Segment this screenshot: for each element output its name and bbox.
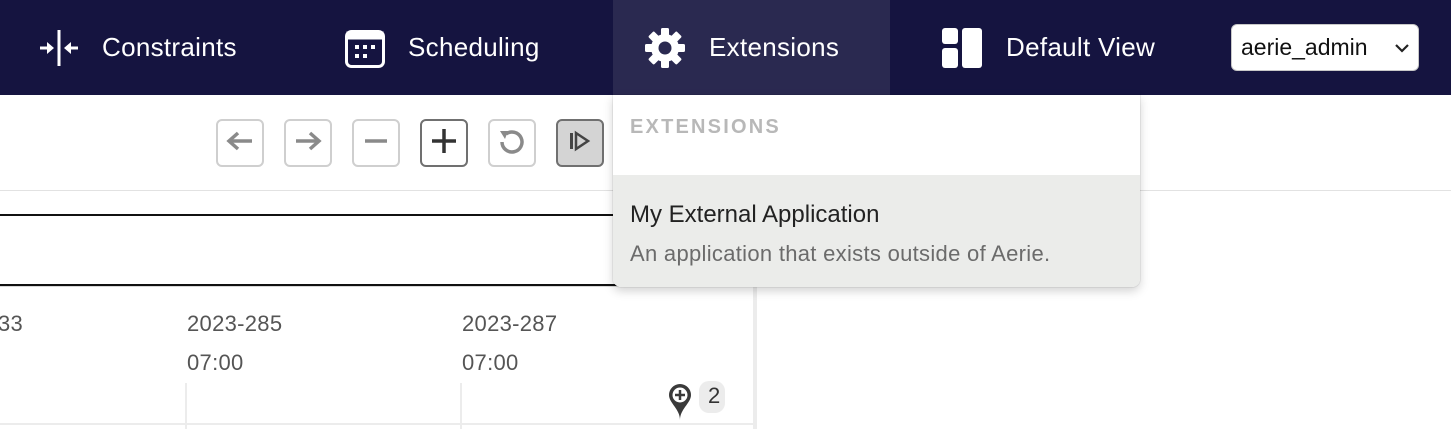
calendar-icon (344, 27, 386, 69)
chevron-down-icon (1394, 37, 1410, 64)
tick-date-label: 2023-287 (462, 311, 558, 336)
nav-default-view[interactable]: Default View (940, 0, 1155, 95)
arrow-left-icon (225, 129, 255, 158)
extensions-dropdown-menu: EXTENSIONS My External Application An ap… (613, 95, 1140, 287)
jump-to-now-button[interactable] (556, 119, 604, 167)
zoom-in-button[interactable] (420, 119, 468, 167)
reset-zoom-button[interactable] (488, 119, 536, 167)
extensions-menu-heading: EXTENSIONS (630, 116, 781, 138)
tick-time-label: 07:00 (187, 350, 244, 375)
zoom-out-button[interactable] (352, 119, 400, 167)
pan-right-button[interactable] (284, 119, 332, 167)
timeline-range-band[interactable] (0, 214, 696, 286)
nav-extensions-label: Extensions (709, 32, 840, 62)
reset-icon (497, 126, 527, 161)
nav-constraints-label: Constraints (102, 32, 237, 62)
extension-item-title: My External Application (630, 201, 880, 228)
play-icon (566, 128, 594, 159)
layout-icon (940, 26, 984, 70)
timeline-divider (0, 286, 700, 287)
pan-left-button[interactable] (216, 119, 264, 167)
extension-menu-item[interactable]: My External Application An application t… (613, 175, 1140, 287)
tick-time-label: 07:00 (462, 350, 519, 375)
nav-extensions[interactable]: Extensions (613, 0, 890, 95)
timeline-bottom-line (0, 423, 757, 425)
tick-date-label: 2023-285 (187, 311, 283, 336)
count-badge: 2 (699, 381, 725, 413)
gear-icon (643, 26, 687, 70)
zoom-out-icon (363, 129, 389, 158)
constraints-icon (38, 28, 80, 68)
tick-date-label: 33 (0, 311, 24, 336)
nav-scheduling[interactable]: Scheduling (344, 0, 540, 95)
nav-constraints[interactable]: Constraints (38, 0, 237, 95)
top-navigation-bar: Constraints Scheduling Extensions Defaul… (0, 0, 1451, 95)
user-select[interactable]: aerie_admin (1231, 24, 1419, 71)
nav-scheduling-label: Scheduling (408, 32, 540, 62)
add-marker-pin-icon[interactable] (668, 383, 692, 426)
arrow-right-icon (293, 129, 323, 158)
user-select-value: aerie_admin (1241, 34, 1368, 60)
zoom-in-icon (430, 127, 458, 160)
extension-item-description: An application that exists outside of Ae… (630, 241, 1051, 266)
nav-default-view-label: Default View (1006, 32, 1156, 62)
